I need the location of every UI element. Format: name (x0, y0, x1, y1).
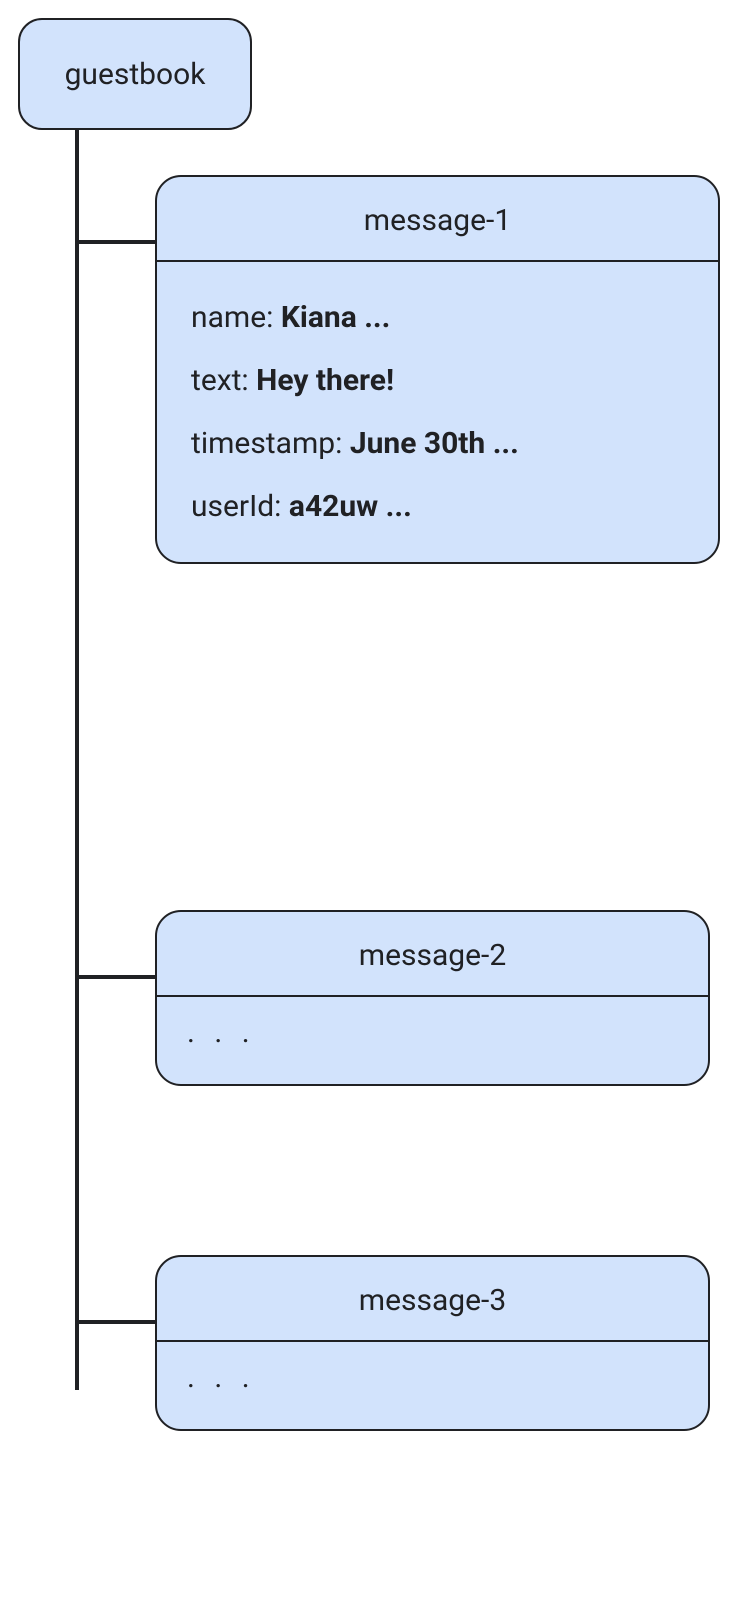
tree-connector-vertical (75, 130, 79, 1390)
field-key: userId: (191, 489, 281, 524)
collection-label: guestbook (65, 57, 206, 92)
collection-node-guestbook: guestbook (18, 18, 252, 130)
document-title: message-3 (157, 1257, 708, 1342)
document-ellipsis: . . . (157, 1342, 708, 1429)
field-row: name: Kiana ... (191, 300, 684, 335)
field-key: name: (191, 300, 273, 335)
document-node-message-1: message-1 name: Kiana ... text: Hey ther… (155, 175, 720, 564)
field-value: Kiana ... (281, 300, 391, 335)
document-node-message-2: message-2 . . . (155, 910, 710, 1086)
document-title: message-1 (157, 177, 718, 262)
field-row: userId: a42uw ... (191, 489, 684, 524)
tree-connector-branch (75, 975, 155, 979)
field-row: text: Hey there! (191, 363, 684, 398)
tree-connector-branch (75, 240, 155, 244)
document-title: message-2 (157, 912, 708, 997)
field-key: text: (191, 363, 249, 398)
field-value: June 30th ... (350, 426, 519, 461)
document-ellipsis: . . . (157, 997, 708, 1084)
document-node-message-3: message-3 . . . (155, 1255, 710, 1431)
field-value: Hey there! (256, 363, 394, 398)
field-value: a42uw ... (289, 489, 412, 524)
field-key: timestamp: (191, 426, 342, 461)
tree-connector-branch (75, 1320, 155, 1324)
document-fields: name: Kiana ... text: Hey there! timesta… (157, 262, 718, 562)
field-row: timestamp: June 30th ... (191, 426, 684, 461)
